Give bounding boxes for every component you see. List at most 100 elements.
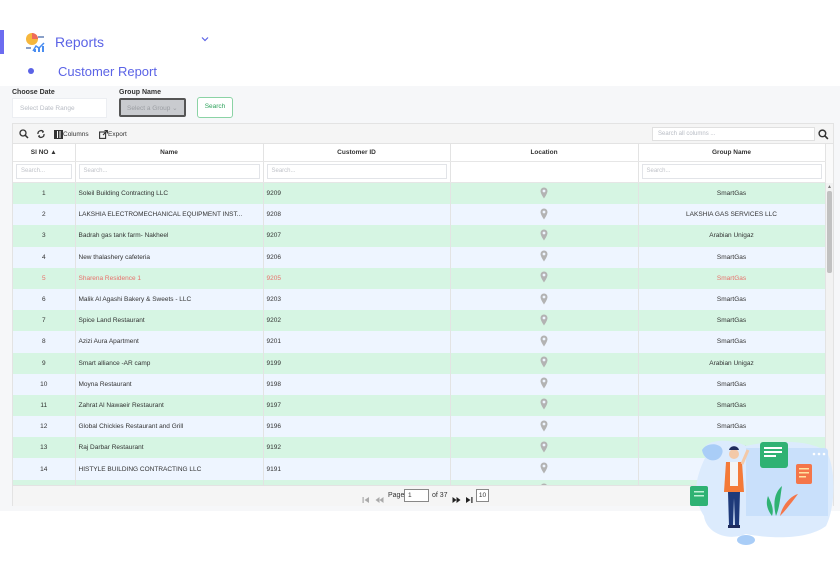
sl-no-cell: 1 [13, 183, 76, 205]
scroll-up-icon[interactable]: ▲ [827, 184, 832, 190]
customer-id-cell: 9207 [263, 225, 451, 247]
name-cell: Zahrat Al Nawaeir Restaurant [75, 394, 264, 417]
search-icon[interactable] [19, 128, 29, 140]
map-pin-icon[interactable] [540, 314, 548, 328]
search-button[interactable]: Search [197, 97, 233, 118]
group-name-cell: SmartGas [638, 394, 825, 417]
group-name-search-input[interactable]: Search... [641, 164, 822, 179]
column-header-sl-no[interactable]: Sl NO ▲︎ [13, 144, 76, 162]
name-cell: New thalashery cafeteria [75, 246, 264, 268]
location-cell [450, 204, 639, 226]
group-name-cell: SmartGas [638, 246, 825, 268]
location-cell [450, 437, 639, 459]
table-row[interactable]: 8 Azizi Aura Apartment 9201 SmartGas [13, 331, 825, 353]
table-row[interactable]: 1 Soleil Building Contracting LLC 9209 Smar… [13, 183, 825, 205]
column-header-customer-id[interactable]: Customer ID [263, 144, 451, 162]
group-select[interactable]: Select a Group ⌄ [119, 98, 186, 117]
nav-active-indicator [0, 30, 4, 54]
column-header-group-name[interactable]: Group Name [638, 144, 826, 162]
sl-no-cell: 6 [13, 288, 76, 311]
name-cell: Smart alliance -AR camp [75, 352, 264, 374]
sort-icon[interactable]: ▲︎ [50, 149, 56, 156]
group-label: Group Name [119, 89, 162, 96]
column-header-location[interactable]: Location [450, 144, 639, 162]
map-pin-icon[interactable] [540, 187, 548, 201]
rows-per-page-select[interactable]: 10 [476, 489, 489, 502]
chevron-down-icon[interactable] [200, 34, 212, 46]
table-row[interactable]: 4 New thalashery cafeteria 9206 SmartGas [13, 246, 825, 268]
table-row[interactable]: 10 Moyna Restaurant 9198 SmartGas [13, 373, 825, 395]
location-cell [450, 183, 639, 205]
customer-id-cell: 9202 [263, 310, 451, 332]
export-button[interactable]: Export [99, 128, 127, 140]
group-name-cell: SmartGas [638, 331, 825, 353]
customer-id-cell: 9203 [263, 288, 451, 311]
map-pin-icon[interactable] [540, 398, 548, 412]
chevron-down-icon: ⌄ [172, 105, 178, 112]
sl-no-cell: 3 [13, 225, 76, 247]
previous-page-icon[interactable] [375, 491, 385, 503]
sidebar-item-customer-report[interactable]: Customer Report [28, 61, 157, 81]
location-cell [450, 225, 639, 247]
customer-id-cell: 9198 [263, 373, 451, 395]
location-cell [450, 458, 639, 480]
map-pin-icon[interactable] [540, 377, 548, 391]
column-header-name[interactable]: Name [75, 144, 264, 162]
first-page-icon[interactable] [362, 491, 372, 503]
map-pin-icon[interactable] [540, 293, 548, 307]
reports-chart-icon [24, 31, 46, 53]
page-count: of 37 [432, 492, 448, 499]
group-name-cell: SmartGas [638, 267, 825, 289]
name-cell: Sharena Residence 1 [75, 267, 264, 289]
table-row[interactable]: 12 Global Chickies Restaurant and Grill 91… [13, 416, 825, 438]
customer-id-cell: 9191 [263, 458, 451, 480]
map-pin-icon[interactable] [540, 335, 548, 349]
sl-no-cell: 5 [13, 267, 76, 289]
page-number-input[interactable]: 1 [404, 489, 429, 502]
map-pin-icon[interactable] [540, 356, 548, 370]
name-cell: LAKSHIA ELECTROMECHANICAL EQUIPMENT INST… [75, 204, 264, 226]
search-icon[interactable] [818, 127, 830, 140]
sl-no-search-input[interactable]: Search... [16, 164, 72, 179]
group-name-cell: LAKSHIA GAS SERVICES LLC [638, 204, 825, 226]
scrollbar-thumb[interactable] [827, 191, 832, 273]
grid-toolbar: Columns Export Search all columns ... [13, 124, 833, 144]
map-pin-icon[interactable] [540, 441, 548, 455]
sl-no-cell: 11 [13, 394, 76, 417]
sidebar-item-reports[interactable]: Reports [24, 30, 224, 54]
columns-button[interactable]: Columns [54, 128, 89, 140]
table-row[interactable]: 7 Spice Land Restaurant 9202 SmartGas [13, 310, 825, 332]
refresh-icon[interactable] [36, 128, 46, 140]
group-name-cell: SmartGas [638, 288, 825, 311]
map-pin-icon[interactable] [540, 250, 548, 264]
map-pin-icon[interactable] [540, 229, 548, 243]
name-cell: Moyna Restaurant [75, 373, 264, 395]
map-pin-icon[interactable] [540, 208, 548, 222]
customer-id-cell: 9197 [263, 394, 451, 417]
next-page-icon[interactable] [452, 491, 462, 503]
table-row[interactable]: 3 Badrah gas tank farm- Nakheel 9207 Arabia… [13, 225, 825, 247]
report-illustration [690, 440, 834, 545]
location-cell [450, 416, 639, 438]
sl-no-cell: 14 [13, 458, 76, 480]
map-pin-icon[interactable] [540, 271, 548, 285]
table-row[interactable]: 11 Zahrat Al Nawaeir Restaurant 9197 SmartG… [13, 394, 825, 417]
global-search-input[interactable]: Search all columns ... [652, 127, 815, 141]
export-label: Export [108, 130, 127, 138]
name-cell: Spice Land Restaurant [75, 310, 264, 332]
date-range-input[interactable]: Select Date Range [12, 98, 107, 118]
map-pin-icon[interactable] [540, 420, 548, 434]
name-search-input[interactable]: Search... [78, 164, 260, 179]
name-cell: Raj Darbar Restaurant [75, 437, 264, 459]
table-row[interactable]: 6 Malik Al Agashi Bakery & Sweets - LLC 92… [13, 288, 825, 311]
table-row[interactable]: 9 Smart alliance -AR camp 9199 Arabian Unig… [13, 352, 825, 374]
table-row[interactable]: 2 LAKSHIA ELECTROMECHANICAL EQUIPMENT INS… [13, 204, 825, 226]
group-name-cell: SmartGas [638, 183, 825, 205]
customer-id-search-input[interactable]: Search... [266, 164, 447, 179]
table-row[interactable]: 5 Sharena Residence 1 9205 SmartGas [13, 267, 825, 289]
map-pin-icon[interactable] [540, 462, 548, 476]
name-cell: Badrah gas tank farm- Nakheel [75, 225, 264, 247]
columns-label: Columns [63, 130, 89, 138]
location-cell [450, 373, 639, 395]
last-page-icon[interactable] [465, 491, 475, 503]
